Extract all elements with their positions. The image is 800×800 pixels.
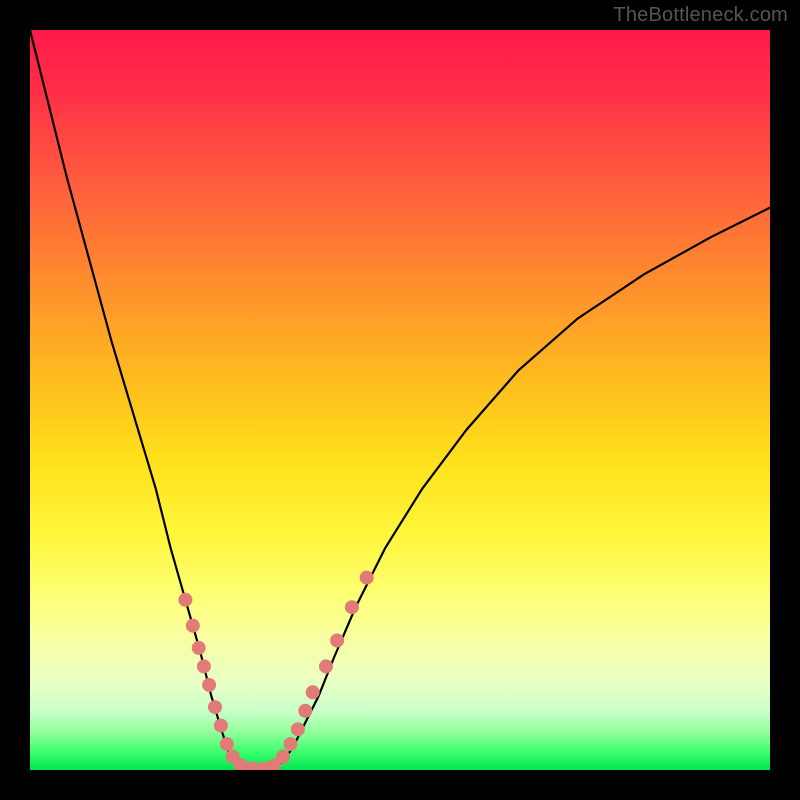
watermark-text: TheBottleneck.com	[613, 4, 788, 27]
sample-dot	[214, 719, 228, 733]
sample-dots-group	[178, 571, 373, 770]
sample-dot	[202, 678, 216, 692]
sample-dot	[197, 659, 211, 673]
sample-dot	[345, 600, 359, 614]
outer-frame: TheBottleneck.com	[0, 0, 800, 800]
sample-dot	[360, 571, 374, 585]
sample-dot	[220, 737, 234, 751]
sample-dot	[319, 659, 333, 673]
sample-dot	[276, 750, 290, 764]
sample-dot	[306, 685, 320, 699]
sample-dot	[298, 704, 312, 718]
chart-svg	[30, 30, 770, 770]
bottleneck-curve	[30, 30, 770, 770]
sample-dot	[178, 593, 192, 607]
plot-area	[30, 30, 770, 770]
sample-dot	[208, 700, 222, 714]
sample-dot	[283, 737, 297, 751]
sample-dot	[186, 619, 200, 633]
sample-dot	[192, 641, 206, 655]
sample-dot	[291, 722, 305, 736]
sample-dot	[330, 634, 344, 648]
